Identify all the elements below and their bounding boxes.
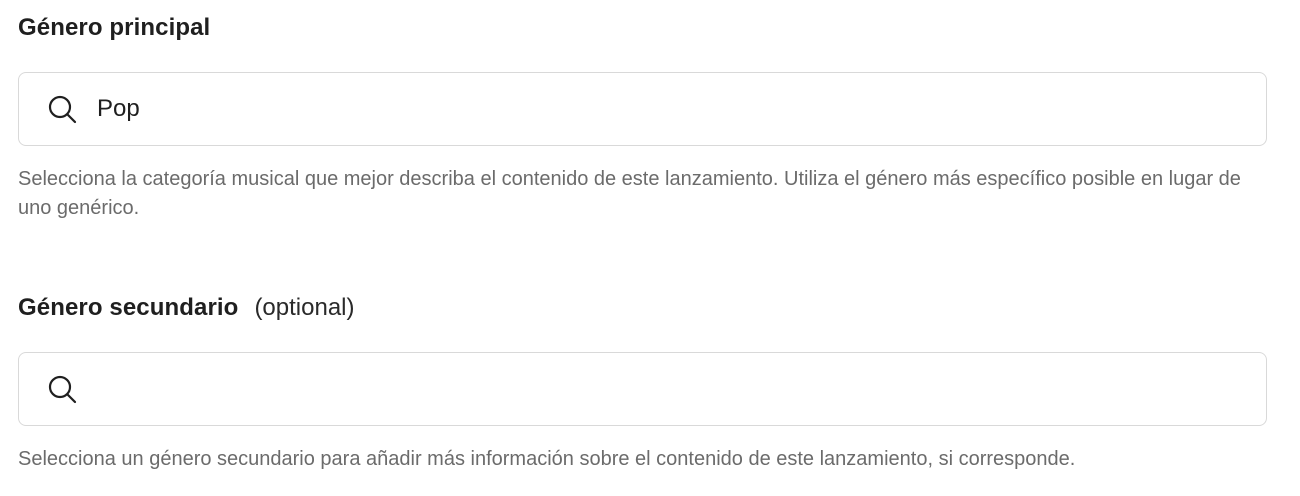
primary-genre-label: Género principal (18, 14, 211, 41)
search-icon (47, 374, 77, 404)
secondary-genre-helper-text: Selecciona un género secundario para aña… (18, 448, 1076, 470)
secondary-genre-field: Género secundario (optional) Selecciona … (18, 280, 1267, 474)
secondary-genre-search-box[interactable] (18, 352, 1267, 426)
primary-genre-field: Género principal Selecciona la categoría… (18, 0, 1267, 223)
primary-genre-input[interactable] (97, 89, 1266, 129)
search-icon (47, 94, 77, 124)
optional-tag: (optional) (254, 294, 355, 321)
primary-genre-helper-text: Selecciona la categoría musical que mejo… (18, 168, 1241, 219)
secondary-genre-label: Género secundario (18, 294, 239, 321)
secondary-genre-label-row: Género secundario (optional) (18, 280, 1267, 336)
secondary-genre-input[interactable] (97, 369, 1266, 409)
primary-genre-label-row: Género principal (18, 0, 1267, 56)
primary-genre-search-box[interactable] (18, 72, 1267, 146)
